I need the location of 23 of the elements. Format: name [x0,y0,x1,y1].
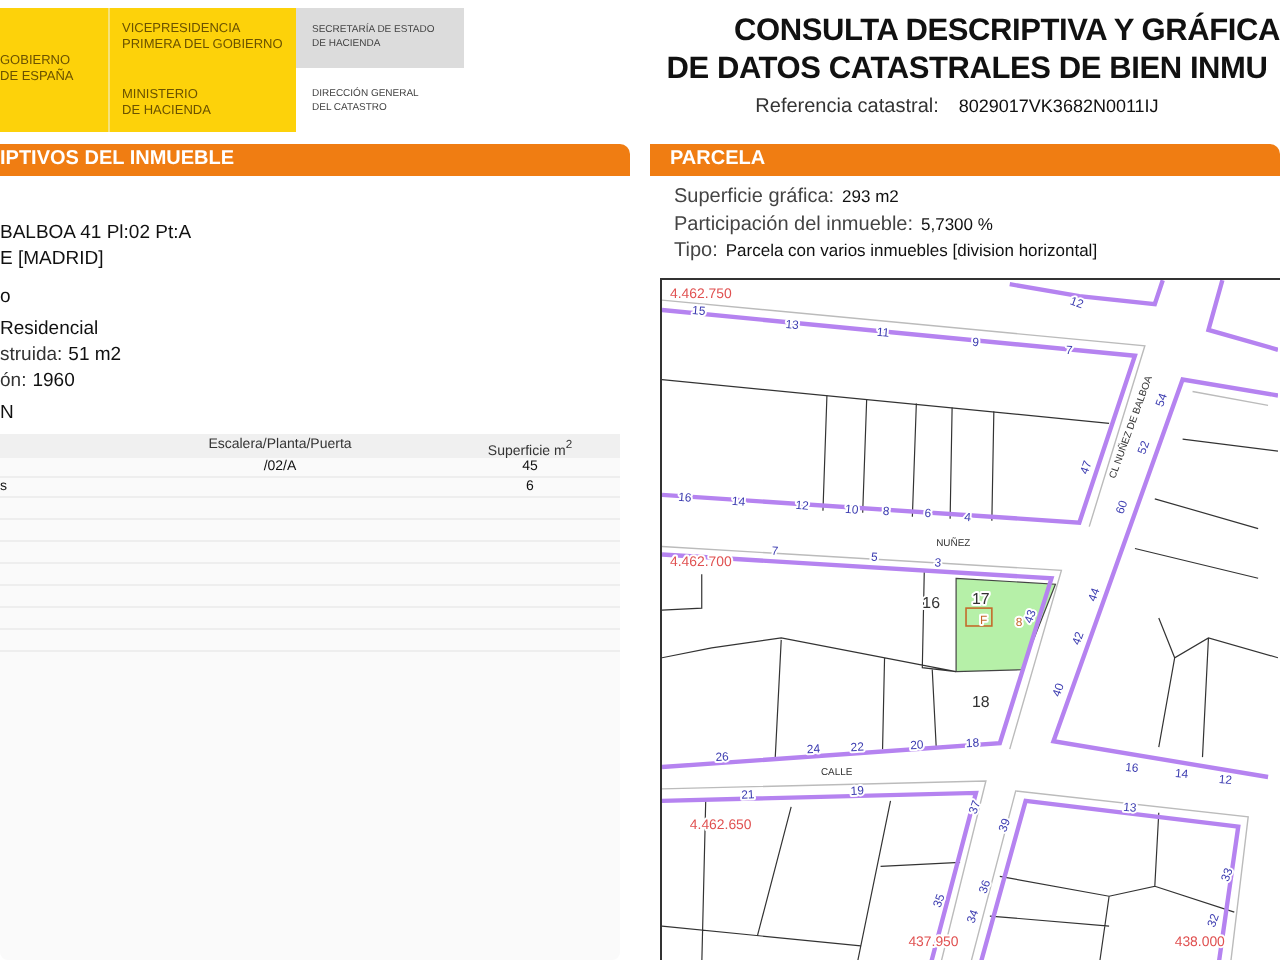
reference-label: Referencia catastral: [755,96,939,118]
document-title: CONSULTA DESCRIPTIVA Y GRÁFICA [733,12,1280,50]
field-value: o [0,286,11,308]
field-label: Participación del inmueble: [674,213,914,235]
field-value: BALBOA 41 Pl:02 Pt:A [0,222,192,244]
parcel-number: 17 [972,589,990,608]
field-label: Superficie gráfica: [674,186,835,208]
field-value: 293 m2 [842,186,899,206]
field-value: 5,7300 % [921,213,993,233]
parcel-number: 18 [972,692,990,711]
section-header: IPTIVOS DEL INMUEBLE [0,144,630,176]
field-value: Residencial [0,318,99,340]
document-title: DE DATOS CATASTRALES DE BIEN INMU [666,50,1268,88]
field-value: E [MADRID] [0,248,104,270]
field-label: struida: [0,344,63,366]
section-header: PARCELA [650,144,1280,176]
field-value: 1960 [32,370,75,392]
field-value: Parcela con varios inmuebles [division horizontal] [725,240,1098,260]
field-value: 51 m2 [68,344,122,366]
table-heading: N [0,400,16,428]
reference-value: 8029017VK3682N0011IJ [958,96,1159,116]
field-label: ón: [0,370,27,392]
field-label: Tipo: [674,240,718,262]
